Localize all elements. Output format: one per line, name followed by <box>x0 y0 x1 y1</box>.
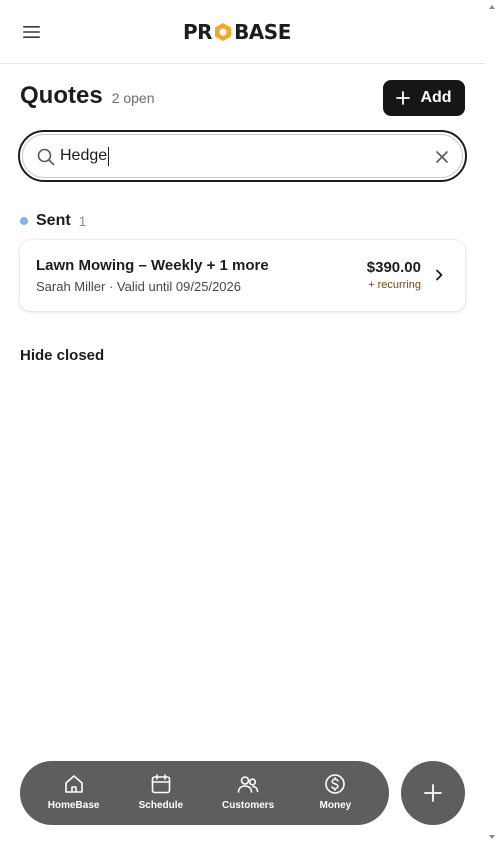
logo-text-left: PR <box>183 20 213 44</box>
nav-label: Schedule <box>138 800 184 811</box>
quote-amount: $390.00 <box>366 259 421 276</box>
search-input[interactable]: Hedge <box>60 135 110 177</box>
hex-nut-icon <box>215 23 232 41</box>
section-label: Sent <box>36 212 71 229</box>
open-count: 2 open <box>111 90 155 106</box>
search-icon <box>37 148 55 166</box>
money-icon <box>325 774 346 794</box>
recurring-label: + recurring <box>368 279 421 291</box>
scroll-up-arrow-icon[interactable] <box>489 5 495 9</box>
top-bar: PR BASE <box>0 0 485 64</box>
calendar-icon <box>151 774 171 794</box>
search-value: Hedge <box>60 147 108 164</box>
nav-item-homebase[interactable]: HomeBase <box>34 761 114 825</box>
section-header-sent: Sent 1 <box>20 212 86 230</box>
bottom-nav: HomeBase Schedule Customers Money <box>20 761 389 825</box>
add-button-label: Add <box>420 89 452 106</box>
clear-search-icon[interactable] <box>434 149 450 165</box>
status-dot <box>20 217 28 225</box>
scroll-down-arrow-icon[interactable] <box>489 835 495 839</box>
nav-label: Customers <box>222 800 275 811</box>
quote-card[interactable]: Lawn Mowing – Weekly + 1 more Sarah Mill… <box>20 240 465 311</box>
nav-item-customers[interactable]: Customers <box>208 761 288 825</box>
logo-text-right: BASE <box>234 20 291 44</box>
scrollbar[interactable] <box>485 0 500 845</box>
search-box: Hedge <box>22 134 463 178</box>
section-count: 1 <box>78 213 87 229</box>
menu-button[interactable] <box>18 18 46 46</box>
plus-icon <box>396 91 411 105</box>
plus-icon <box>424 784 442 802</box>
page-title: Quotes <box>20 82 103 109</box>
customers-icon <box>237 776 259 793</box>
hamburger-icon <box>23 26 40 38</box>
chevron-right-icon <box>436 269 443 281</box>
home-icon <box>64 775 83 793</box>
app-frame: PR BASE Quotes 2 open Add Hedge Sent 1 L… <box>0 0 485 845</box>
quote-subtitle: Sarah Miller · Valid until 09/25/2026 <box>36 279 241 294</box>
add-quote-button[interactable]: Add <box>383 80 465 116</box>
title-row: Quotes 2 open <box>20 82 155 110</box>
nav-label: HomeBase <box>47 800 100 811</box>
search-field[interactable]: Hedge <box>18 130 467 182</box>
probase-logo[interactable]: PR BASE <box>183 19 305 45</box>
hide-closed-toggle[interactable]: Hide closed <box>20 347 104 364</box>
nav-label: Money <box>319 800 352 811</box>
text-caret <box>108 146 110 166</box>
nav-item-money[interactable]: Money <box>295 761 375 825</box>
quote-title: Lawn Mowing – Weekly + 1 more <box>36 257 269 274</box>
nav-item-schedule[interactable]: Schedule <box>121 761 201 825</box>
fab-add-button[interactable] <box>401 761 465 825</box>
